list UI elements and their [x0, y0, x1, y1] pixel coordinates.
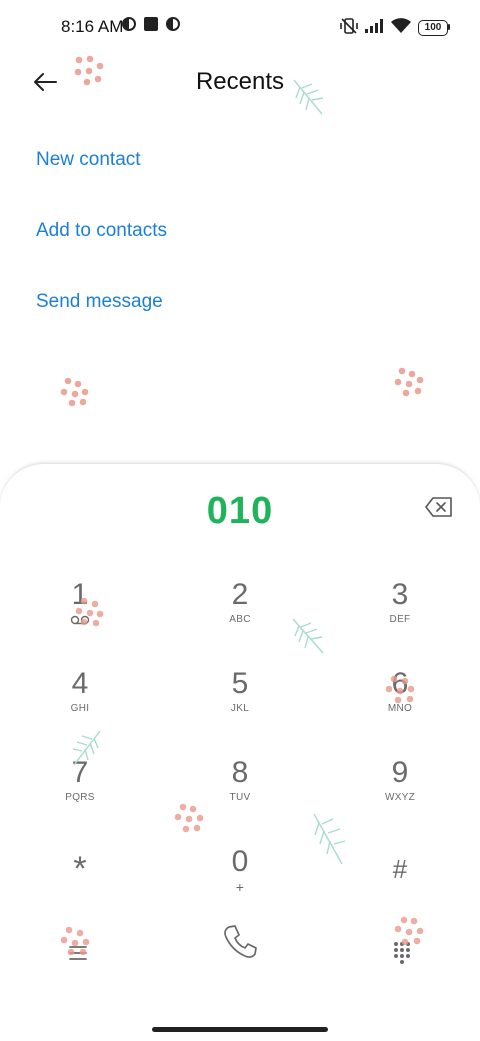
key-digit: 6 [391, 667, 409, 700]
status-time: 8:16 AM [61, 17, 124, 36]
stop-notification-icon [144, 17, 158, 31]
key-digit: 5 [231, 667, 249, 700]
key-hash[interactable]: # [340, 852, 460, 932]
page-title: Recents [195, 68, 285, 95]
key-star[interactable]: * [20, 850, 140, 930]
key-letters: GHI [70, 703, 90, 714]
key-2[interactable]: 2 ABC [180, 578, 300, 658]
key-1[interactable]: 1 [20, 578, 140, 658]
key-7[interactable]: 7 PQRS [20, 756, 140, 836]
signal-icon [365, 19, 383, 33]
key-letters: DEF [389, 614, 411, 625]
key-5[interactable]: 5 JKL [180, 667, 300, 747]
header: Recents [0, 56, 480, 108]
key-letters: JKL [230, 703, 250, 714]
key-digit: 1 [71, 578, 89, 611]
key-0[interactable]: 0 + [180, 845, 300, 925]
status-bar: 8:16 AM 100 [0, 0, 480, 56]
key-digit: 7 [71, 756, 89, 789]
new-contact-link[interactable]: New contact [36, 149, 141, 171]
key-4[interactable]: 4 GHI [20, 667, 140, 747]
dialed-number: 010 [206, 490, 274, 532]
app-notification-icon [122, 17, 136, 31]
key-6[interactable]: 6 MNO [340, 667, 460, 747]
flower-decoration-icon [60, 377, 89, 407]
flower-decoration-icon [394, 367, 424, 397]
key-8[interactable]: 8 TUV [180, 756, 300, 836]
key-letters: + [235, 879, 245, 895]
key-digit: 8 [231, 756, 249, 789]
call-icon[interactable] [220, 922, 260, 962]
key-9[interactable]: 9 WXYZ [340, 756, 460, 836]
key-digit: 2 [231, 578, 249, 611]
key-digit: 4 [71, 667, 89, 700]
key-3[interactable]: 3 DEF [340, 578, 460, 658]
battery-icon: 100 [418, 20, 448, 36]
vibrate-off-icon [340, 18, 358, 34]
battery-level: 100 [424, 22, 442, 33]
app-notification-icon-2 [166, 17, 180, 31]
wifi-icon [391, 18, 411, 33]
key-digit: * [73, 850, 87, 888]
key-digit: 3 [391, 578, 409, 611]
send-message-link[interactable]: Send message [36, 291, 163, 313]
key-letters: ABC [229, 614, 251, 625]
menu-icon[interactable] [68, 944, 88, 962]
key-letters: MNO [387, 703, 413, 714]
dialpad-icon[interactable] [392, 940, 412, 964]
key-digit: 0 [231, 845, 249, 878]
key-letters: PQRS [65, 792, 95, 803]
backspace-icon[interactable] [424, 496, 454, 518]
voicemail-icon [70, 615, 90, 625]
key-digit: # [392, 854, 408, 884]
key-letters: TUV [229, 792, 251, 803]
key-letters: WXYZ [384, 792, 416, 803]
key-digit: 9 [391, 756, 409, 789]
battery-tip [448, 24, 450, 30]
home-indicator[interactable] [152, 1027, 328, 1032]
add-to-contacts-link[interactable]: Add to contacts [36, 220, 167, 242]
